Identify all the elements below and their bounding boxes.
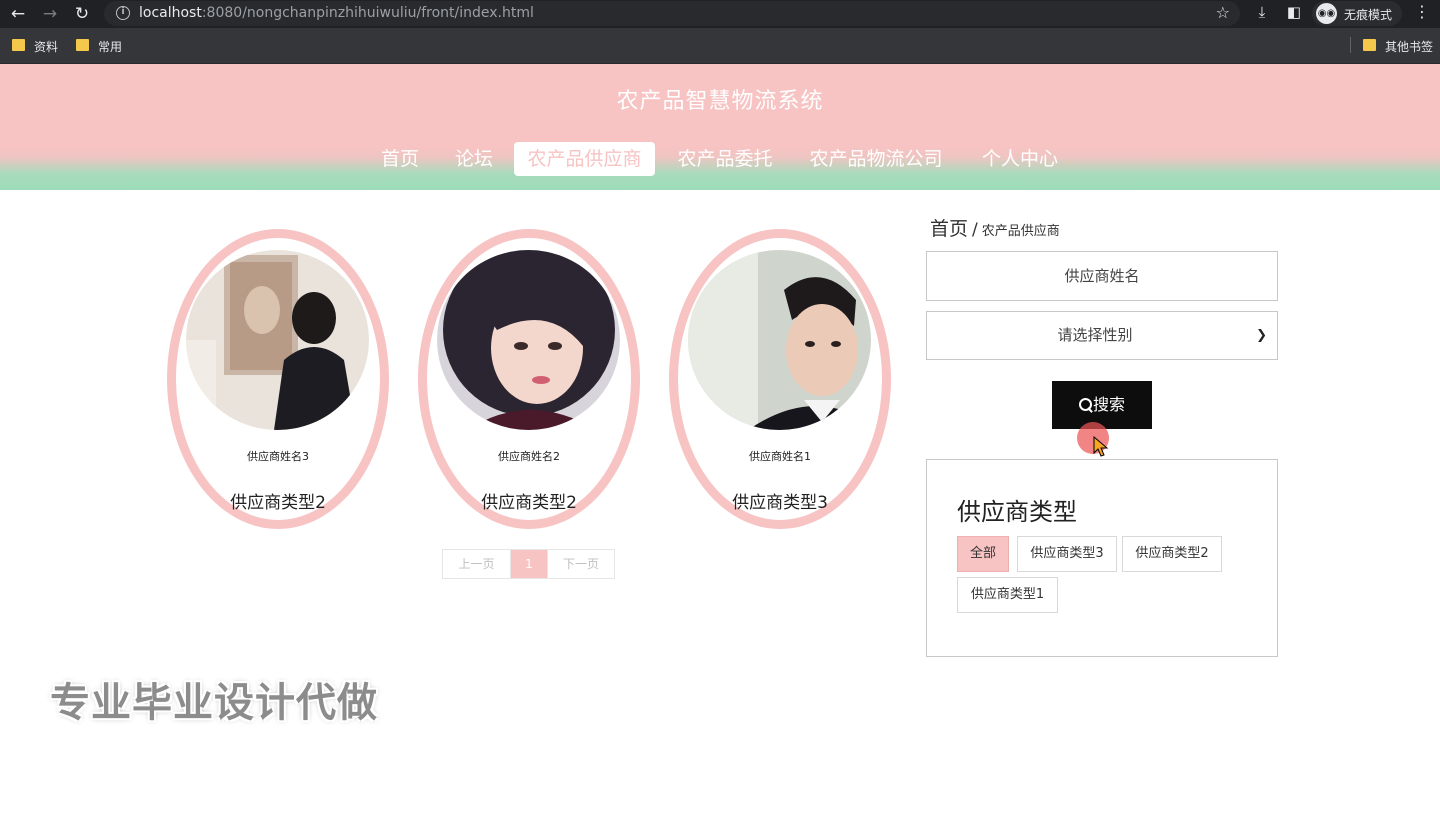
next-page-button[interactable]: 下一页 [547, 550, 614, 578]
supplier-name: 供应商姓名2 [498, 450, 560, 463]
nav-personal-center[interactable]: 个人中心 [970, 142, 1070, 176]
type-chip-1[interactable]: 供应商类型1 [957, 577, 1058, 613]
site-title: 农产品智慧物流系统 [616, 89, 824, 114]
type-chip-2[interactable]: 供应商类型2 [1122, 536, 1222, 572]
back-icon[interactable]: ← [6, 2, 30, 26]
search-button[interactable]: 搜索 [1052, 381, 1152, 429]
supplier-type: 供应商类型3 [732, 493, 828, 513]
breadcrumb: 首页 / 农产品供应商 [930, 214, 1060, 241]
folder-icon [12, 39, 25, 51]
avatar [688, 250, 871, 430]
nav-forum[interactable]: 论坛 [444, 142, 504, 176]
supplier-card[interactable]: 供应商姓名1 供应商类型3 [669, 229, 891, 529]
side-panel-icon[interactable]: ◧ [1284, 3, 1304, 21]
breadcrumb-current: 农产品供应商 [981, 224, 1060, 239]
avatar [186, 250, 369, 430]
folder-icon [76, 39, 89, 51]
bookmarks-bar [0, 28, 1440, 64]
mouse-cursor-icon [1093, 436, 1109, 457]
folder-icon [1363, 39, 1376, 51]
site-header: 农产品智慧物流系统 首页 论坛 农产品供应商 农产品委托 农产品物流公司 个人中… [0, 64, 1440, 190]
browser-toolbar: ← → ↻ i localhost:8080/nongchanpinzhihui… [0, 0, 1440, 28]
supplier-name-input[interactable]: 供应商姓名 [926, 251, 1278, 301]
supplier-type: 供应商类型2 [481, 493, 577, 513]
type-chip-3[interactable]: 供应商类型3 [1017, 536, 1117, 572]
gender-select[interactable]: 请选择性别 ❯ [926, 311, 1278, 360]
supplier-card[interactable]: 供应商姓名3 供应商类型2 [167, 229, 389, 529]
breadcrumb-home[interactable]: 首页 [930, 218, 968, 240]
type-panel-title: 供应商类型 [957, 498, 1077, 526]
forward-icon[interactable]: → [38, 2, 62, 26]
gender-select-value: 请选择性别 [1057, 326, 1133, 344]
supplier-type: 供应商类型2 [230, 493, 326, 513]
supplier-type-panel: 供应商类型 全部 供应商类型3 供应商类型2 供应商类型1 [926, 459, 1278, 657]
supplier-card[interactable]: 供应商姓名2 供应商类型2 [418, 229, 640, 529]
address-bar[interactable]: i localhost:8080/nongchanpinzhihuiwuliu/… [104, 1, 1240, 26]
bookmark-divider [1350, 37, 1351, 53]
url-text[interactable]: localhost:8080/nongchanpinzhihuiwuliu/fr… [139, 5, 534, 21]
bookmark-star-icon[interactable]: ☆ [1216, 3, 1230, 22]
type-chip-all[interactable]: 全部 [957, 536, 1009, 572]
supplier-name: 供应商姓名1 [749, 450, 811, 463]
incognito-icon: ◉◉ [1316, 3, 1337, 24]
incognito-label: 无痕模式 [1344, 8, 1393, 22]
nav-suppliers[interactable]: 农产品供应商 [514, 142, 655, 176]
incognito-indicator[interactable]: ◉◉ 无痕模式 [1312, 1, 1402, 26]
download-icon[interactable]: ⤓ [1252, 3, 1272, 21]
chevron-down-icon: ❯ [1256, 328, 1267, 343]
site-info-icon[interactable]: i [116, 6, 130, 20]
reload-icon[interactable]: ↻ [70, 2, 94, 26]
nav-logistics-company[interactable]: 农产品物流公司 [796, 142, 956, 176]
avatar [437, 250, 620, 430]
supplier-name: 供应商姓名3 [247, 450, 309, 463]
prev-page-button[interactable]: 上一页 [443, 550, 511, 578]
pagination: 上一页 1 下一页 [442, 549, 615, 579]
main-nav: 首页 论坛 农产品供应商 农产品委托 农产品物流公司 个人中心 [0, 142, 1440, 176]
search-icon [1078, 398, 1093, 412]
page-1-button[interactable]: 1 [511, 550, 547, 578]
nav-entrust[interactable]: 农产品委托 [665, 142, 785, 176]
watermark-overlay: 专业毕业设计代做 [50, 680, 378, 726]
breadcrumb-separator: / [972, 220, 978, 240]
search-button-label: 搜索 [1092, 395, 1125, 414]
browser-menu-icon[interactable]: ⋮ [1414, 2, 1430, 21]
nav-home[interactable]: 首页 [370, 142, 430, 176]
